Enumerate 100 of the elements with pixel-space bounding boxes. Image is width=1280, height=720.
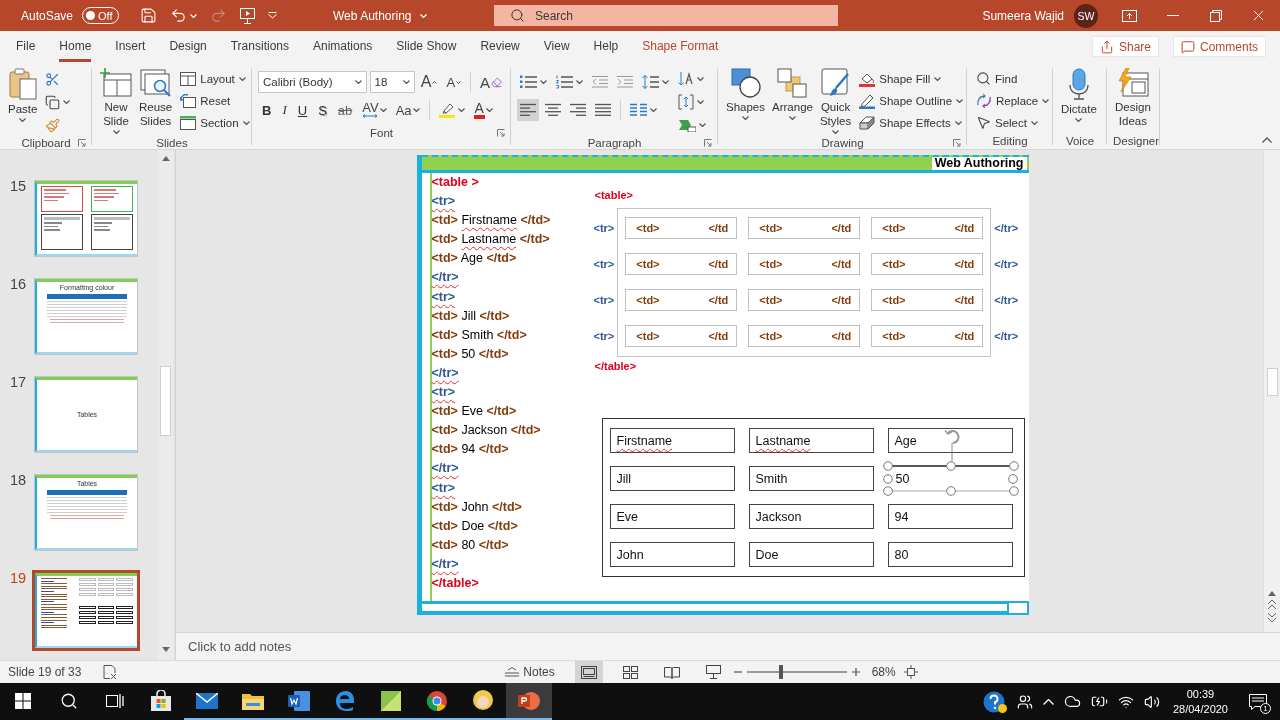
comments-button[interactable]: Comments <box>1173 36 1266 57</box>
alignment-button[interactable] <box>517 99 539 121</box>
character-spacing-button[interactable]: AV <box>359 99 390 121</box>
reset-button[interactable]: Reset <box>177 90 253 111</box>
quick-styles-button[interactable]: Quick Styles <box>817 66 854 136</box>
notes-button[interactable]: Notes <box>499 661 561 683</box>
ribbon-tab[interactable]: Help <box>593 36 619 62</box>
shape-fill-button[interactable]: Shape Fill <box>856 68 967 89</box>
fit-to-window-icon[interactable] <box>903 665 918 679</box>
text-style-button[interactable]: I <box>278 99 291 121</box>
dialog-launcher-icon[interactable] <box>497 128 505 137</box>
shapes-button[interactable]: Shapes <box>724 66 767 122</box>
caret-icon <box>576 80 583 84</box>
notes-field[interactable]: Click to add notes <box>176 632 1280 660</box>
caret-icon <box>456 80 462 84</box>
table-cell[interactable]: Firstname <box>609 428 735 453</box>
ribbon-tab[interactable]: Review <box>480 36 520 62</box>
shape-effects-icon <box>859 115 876 130</box>
search-icon <box>510 8 525 23</box>
caret-icon <box>697 77 704 81</box>
ribbon-tab[interactable]: Shape Format <box>642 36 719 62</box>
dialog-launcher-icon[interactable] <box>704 138 712 147</box>
table-cell[interactable]: John <box>609 542 735 567</box>
table-cell[interactable]: 50 <box>895 471 1003 486</box>
group-label: Drawing <box>821 136 864 149</box>
customize-toolbar-button[interactable] <box>265 12 279 19</box>
layout-button[interactable]: Layout <box>177 68 253 89</box>
notifications-button[interactable]: 1 <box>1236 683 1280 720</box>
dictate-button[interactable]: Dictate <box>1059 66 1099 124</box>
selection-frame-edge[interactable] <box>882 461 1019 471</box>
shape-outline-button[interactable]: Shape Outline <box>856 90 967 111</box>
account-avatar[interactable]: SW <box>1074 3 1098 28</box>
caret-icon <box>457 108 465 112</box>
table-cell[interactable]: 94 <box>887 504 1013 529</box>
group-label: Slides <box>156 136 188 149</box>
select-button[interactable]: Select <box>973 112 1047 133</box>
resize-handle-icon[interactable] <box>882 474 893 484</box>
accessibility-check-icon <box>103 665 117 679</box>
selection-frame-edge[interactable] <box>882 486 1019 496</box>
dialog-launcher-icon[interactable] <box>953 138 961 147</box>
text-style-button[interactable]: U <box>293 99 312 121</box>
view-button[interactable] <box>574 661 603 683</box>
code-line: <tr> <box>431 288 457 306</box>
new-slide-button[interactable]: New Slide <box>98 66 134 136</box>
text-direction-icon <box>678 71 694 87</box>
document-title[interactable]: Web Authoring <box>333 8 494 23</box>
present-button[interactable] <box>237 7 257 24</box>
font-color-button[interactable]: A <box>470 99 496 121</box>
paste-button[interactable]: Paste <box>6 66 40 124</box>
clock[interactable]: 00:39 28/04/2020 <box>1164 683 1236 720</box>
scrollbar[interactable] <box>158 150 173 660</box>
table-cell[interactable]: Smith <box>748 466 874 491</box>
shape-effects-button[interactable]: Shape Effects <box>856 112 967 133</box>
reuse-slides-button[interactable]: Reuse Slides <box>137 66 175 130</box>
caret-icon <box>934 76 942 81</box>
ribbon-tab[interactable]: Transitions <box>230 36 289 62</box>
table-cell[interactable]: Age <box>887 428 1013 453</box>
share-button[interactable]: Share <box>1091 36 1159 57</box>
table-cell[interactable]: Jill <box>609 466 735 491</box>
arrange-button[interactable]: Arrange <box>770 66 815 122</box>
text-style-button[interactable]: B <box>258 99 276 121</box>
zoom-in-icon[interactable] <box>851 668 860 676</box>
scroll-thumb[interactable] <box>1266 368 1278 396</box>
table-cell[interactable]: Jackson <box>748 504 874 529</box>
code-line: <td> Jill </td> <box>431 307 511 325</box>
table-cell[interactable]: Lastname <box>748 428 874 453</box>
caret-icon <box>1030 120 1038 125</box>
table-cell[interactable]: Eve <box>609 504 735 529</box>
caret-icon <box>419 13 427 18</box>
ribbon-tab[interactable]: View <box>543 36 570 62</box>
text-style-button[interactable]: ab <box>333 99 357 121</box>
replace-button[interactable]: Replace <box>973 90 1047 111</box>
slide-thumbnail[interactable] <box>32 570 140 651</box>
grow-font-button[interactable]: A <box>417 71 441 93</box>
scrollbar[interactable] <box>1263 150 1280 632</box>
ribbon-tab[interactable]: Animations <box>313 36 373 62</box>
font-name-field[interactable]: Calibri (Body) <box>258 71 367 93</box>
ribbon-tab[interactable]: Slide Show <box>396 36 457 62</box>
scroll-thumb[interactable] <box>160 366 171 436</box>
code-tag: </tr> <box>994 217 1019 239</box>
find-button[interactable]: Find <box>973 68 1047 89</box>
table-cell[interactable]: Doe <box>748 542 874 567</box>
text-style-button[interactable]: S <box>314 99 331 121</box>
ribbon-tab[interactable]: Insert <box>115 36 146 62</box>
section-button[interactable]: Section <box>177 112 253 133</box>
font-size-field[interactable]: 18 <box>369 71 415 93</box>
slide-thumbnail[interactable] <box>34 180 138 257</box>
table-cell[interactable]: 80 <box>887 542 1013 567</box>
zoom-percentage[interactable]: 68% <box>871 665 896 679</box>
dialog-launcher-icon[interactable] <box>78 138 86 147</box>
rotate-handle-icon[interactable] <box>943 429 960 461</box>
clear-formatting-button[interactable]: A <box>477 71 505 93</box>
ribbon-tab[interactable]: File <box>16 36 36 62</box>
caret-icon <box>832 130 840 134</box>
resize-handle-icon[interactable] <box>1007 474 1018 484</box>
change-case-button[interactable]: Aa <box>392 99 423 121</box>
ribbon-tab[interactable]: Design <box>169 36 207 62</box>
design-ideas-button[interactable]: Design Ideas <box>1113 66 1153 130</box>
zoom-slider-thumb[interactable] <box>778 665 783 679</box>
shrink-font-button[interactable]: A <box>443 71 465 93</box>
